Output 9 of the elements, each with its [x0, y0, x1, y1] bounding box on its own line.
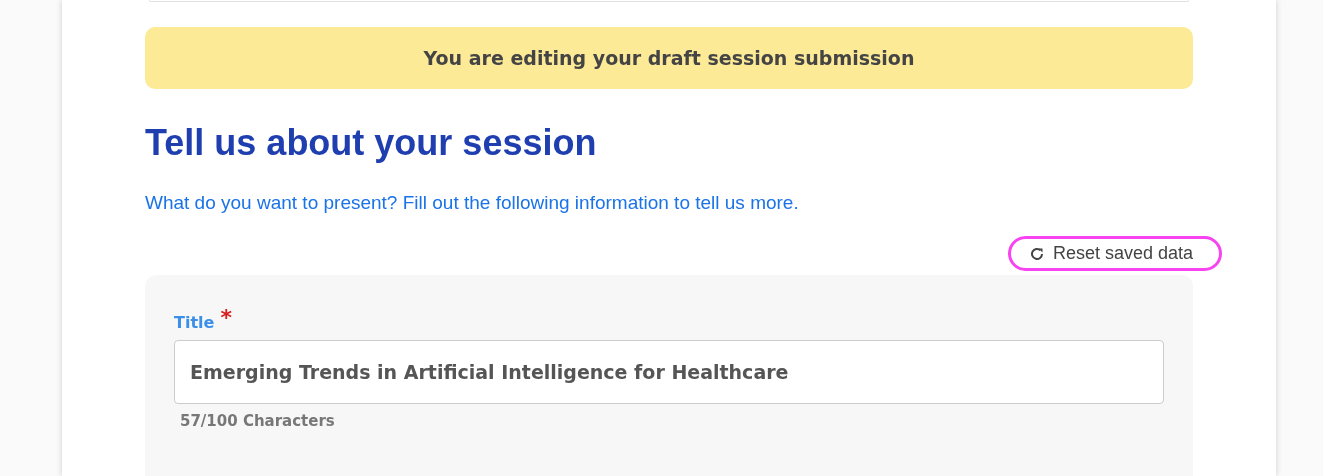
- character-counter: 57/100 Characters: [180, 412, 336, 430]
- refresh-icon: [1028, 245, 1045, 262]
- required-mark: *: [220, 305, 232, 330]
- intro-text: What do you want to present? Fill out the following information to tell us more.: [145, 192, 800, 214]
- page-heading: Tell us about your session: [145, 121, 598, 165]
- title-input[interactable]: Emerging Trends in Artificial Intelligence for Healthcare: [174, 340, 1164, 404]
- field-label: Title: [174, 313, 215, 332]
- reset-button[interactable]: Reset saved data: [1007, 236, 1222, 271]
- draft-banner: You are editing your draft session submission: [145, 27, 1193, 89]
